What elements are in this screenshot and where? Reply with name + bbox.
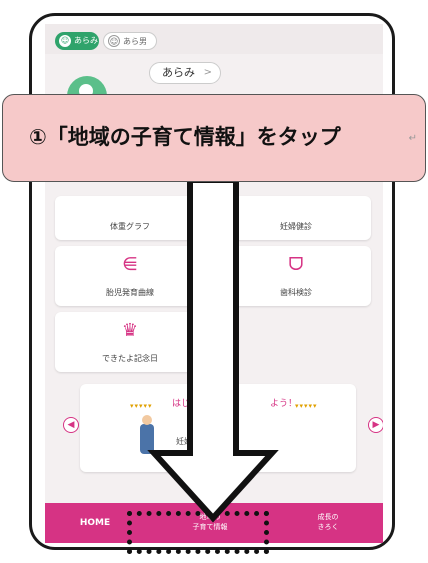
instruction-text: ①「地域の子育て情報」をタップ [29, 125, 341, 149]
instruction-arrow [147, 177, 279, 523]
tap-highlight-box [127, 511, 269, 554]
return-mark-icon: ↵ [408, 133, 417, 144]
instruction-callout: ①「地域の子育て情報」をタップ ↵ [2, 94, 426, 182]
